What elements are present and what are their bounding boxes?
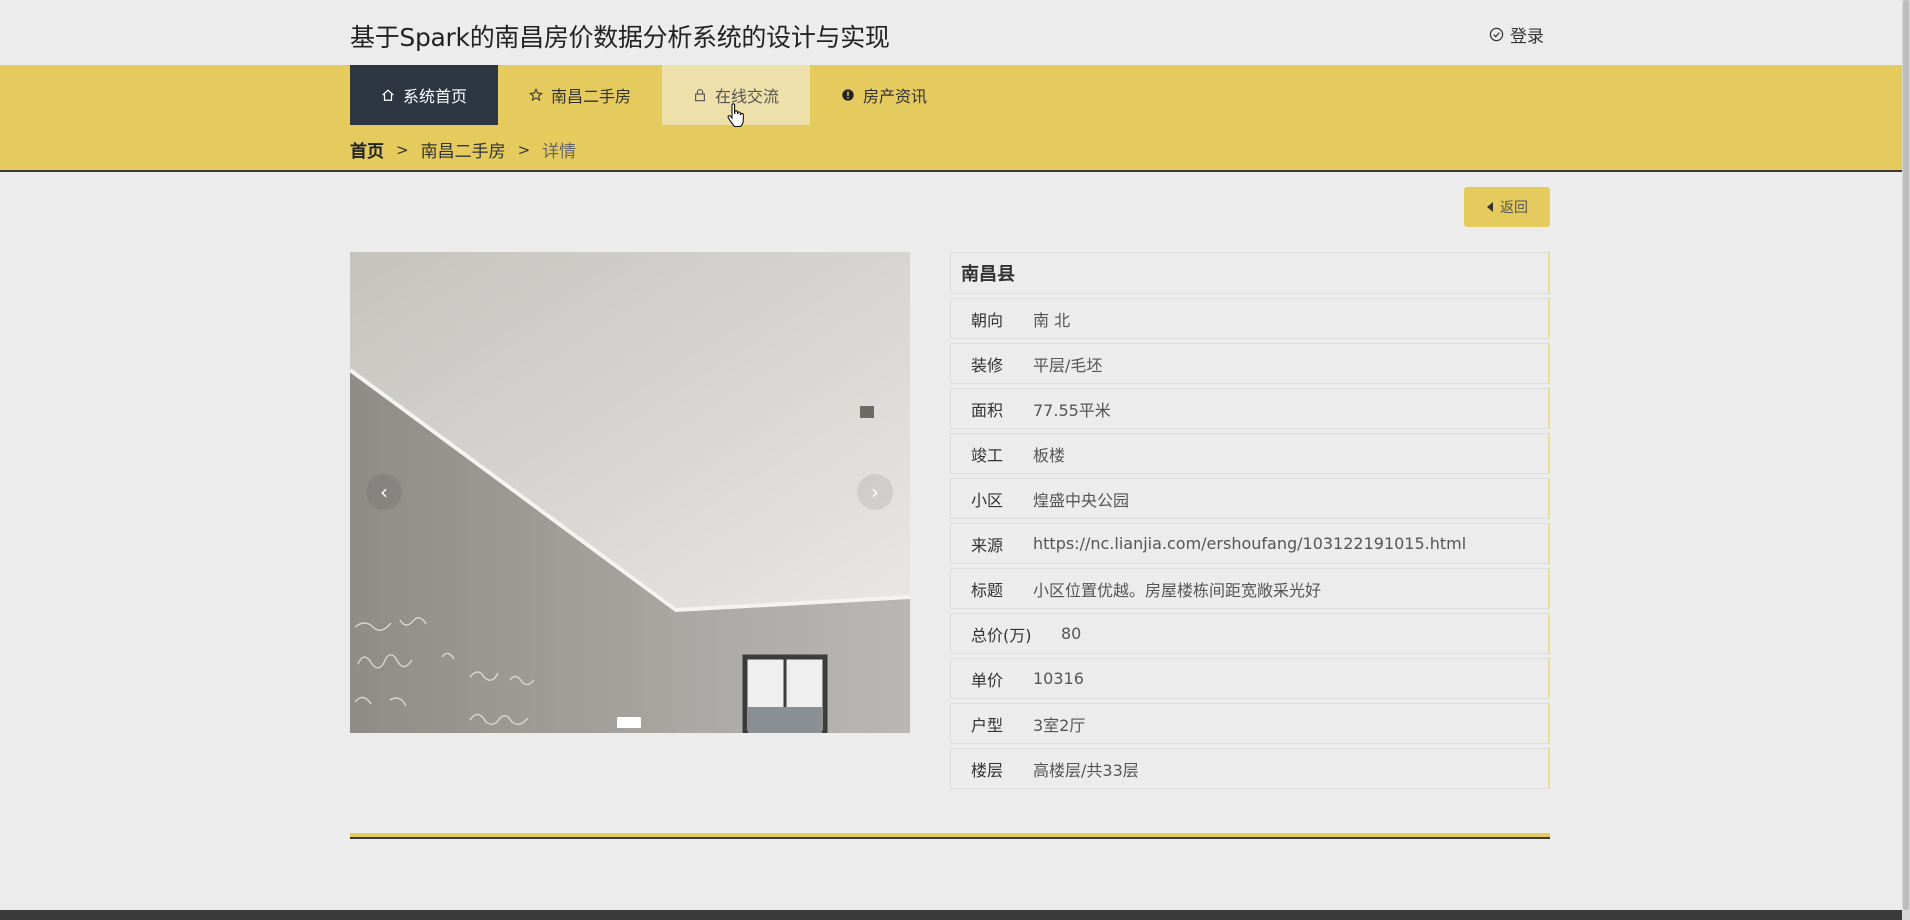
detail-label: 竣工 [971,445,1004,465]
page-footer [0,910,1902,920]
top-header: 基于Spark的南昌房价数据分析系统的设计与实现 登录 [0,0,1902,65]
detail-row-source: 来源 https://nc.lianjia.com/ershoufang/103… [950,523,1550,564]
section-divider [350,833,1550,839]
nav-band: 系统首页 南昌二手房 在线交流 房产资讯 首页 > 南昌二手房 > 详情 [0,65,1902,172]
detail-value: 10316 [1033,669,1084,688]
nav-item-news[interactable]: 房产资讯 [810,65,958,125]
detail-value: 77.55平米 [1033,400,1111,420]
detail-row-layout: 户型 3室2厅 [950,703,1550,744]
page-scrollbar[interactable] [1902,0,1910,920]
breadcrumb-second-hand[interactable]: 南昌二手房 [421,137,506,162]
detail-row-title: 标题 小区位置优越。房屋楼栋间距宽敞采光好 [950,568,1550,609]
detail-row-orientation: 朝向 南 北 [950,298,1550,339]
nav-item-label: 南昌二手房 [551,87,632,106]
breadcrumb: 首页 > 南昌二手房 > 详情 [350,137,577,163]
site-title: 基于Spark的南昌房价数据分析系统的设计与实现 [350,23,890,52]
main-nav: 系统首页 南昌二手房 在线交流 房产资讯 [350,65,958,125]
nav-item-label: 系统首页 [403,87,468,106]
detail-row-total-price: 总价(万) 80 [950,613,1550,654]
caret-left-icon [1487,202,1493,212]
scrollbar-thumb[interactable] [1903,0,1909,910]
carousel-next-button[interactable]: › [857,474,893,510]
hand-cursor-icon [727,103,744,128]
detail-label: 面积 [971,400,1004,420]
login-link[interactable]: 登录 [1489,22,1544,47]
check-circle-icon [1489,27,1504,42]
detail-label: 楼层 [971,760,1004,780]
detail-value: 80 [1061,624,1082,643]
breadcrumb-separator: > [396,140,409,159]
detail-value: https://nc.lianjia.com/ershoufang/103122… [1033,534,1467,553]
nav-item-second-hand-houses[interactable]: 南昌二手房 [498,65,662,125]
detail-value: 高楼层/共33层 [1033,760,1139,780]
lock-icon [695,89,705,102]
home-icon [382,89,394,101]
info-icon [842,89,854,101]
detail-value: 南 北 [1033,310,1071,330]
detail-label: 小区 [971,490,1004,510]
carousel-prev-button[interactable]: ‹ [366,474,402,510]
detail-value: 小区位置优越。房屋楼栋间距宽敞采光好 [1033,580,1322,600]
login-label: 登录 [1510,27,1544,47]
star-icon [529,88,543,102]
detail-value: 板楼 [1033,445,1066,465]
detail-label: 朝向 [971,310,1004,330]
detail-label: 户型 [971,715,1004,735]
detail-row-area: 面积 77.55平米 [950,388,1550,429]
detail-row-unit-price: 单价 10316 [950,658,1550,699]
back-button[interactable]: 返回 [1464,187,1550,227]
page: 基于Spark的南昌房价数据分析系统的设计与实现 登录 系统首页 南昌二手房 在… [0,0,1910,920]
breadcrumb-home[interactable]: 首页 [350,137,384,162]
detail-label: 装修 [971,355,1004,375]
carousel-indicator[interactable] [617,717,641,728]
detail-label: 单价 [971,670,1004,690]
nav-item-label: 房产资讯 [863,87,928,106]
back-button-label: 返回 [1500,200,1528,216]
house-photo [350,252,910,733]
detail-row-community: 小区 煌盛中央公园 [950,478,1550,519]
detail-label: 总价(万) [971,625,1032,645]
nav-item-label: 在线交流 [715,87,780,106]
detail-value: 煌盛中央公园 [1033,490,1130,510]
breadcrumb-current: 详情 [542,142,577,162]
detail-row-floor: 楼层 高楼层/共33层 [950,748,1550,789]
detail-row-building-type: 竣工 板楼 [950,433,1550,474]
detail-row-decoration: 装修 平层/毛坯 [950,343,1550,384]
detail-heading: 南昌县 [950,252,1550,294]
detail-value: 平层/毛坯 [1033,355,1103,375]
nav-item-home[interactable]: 系统首页 [350,65,499,125]
house-detail-table: 南昌县 朝向 南 北 装修 平层/毛坯 面积 77.55平米 竣工 板楼 小区 … [950,252,1550,793]
detail-label: 来源 [971,535,1004,555]
detail-label: 标题 [971,580,1004,600]
breadcrumb-separator: > [517,140,531,159]
house-image-carousel[interactable] [350,252,910,733]
detail-value: 3室2厅 [1033,715,1086,735]
